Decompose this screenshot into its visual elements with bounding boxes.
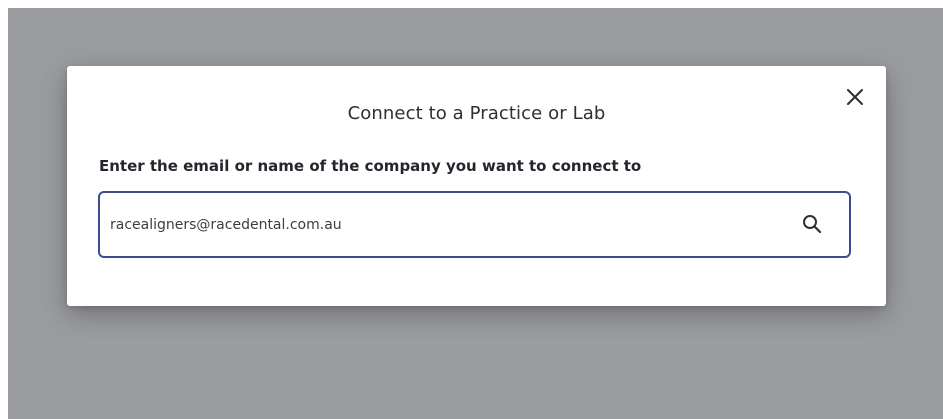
connect-dialog: Connect to a Practice or Lab Enter the e…: [67, 66, 886, 306]
search-button[interactable]: [801, 213, 823, 235]
company-search-input[interactable]: [110, 193, 770, 256]
page: Connect to a Practice or Lab Enter the e…: [0, 0, 943, 419]
search-field: [98, 191, 851, 258]
dialog-title: Connect to a Practice or Lab: [347, 103, 606, 124]
search-icon: [803, 215, 822, 234]
search-field-label: Enter the email or name of the company y…: [99, 157, 642, 175]
